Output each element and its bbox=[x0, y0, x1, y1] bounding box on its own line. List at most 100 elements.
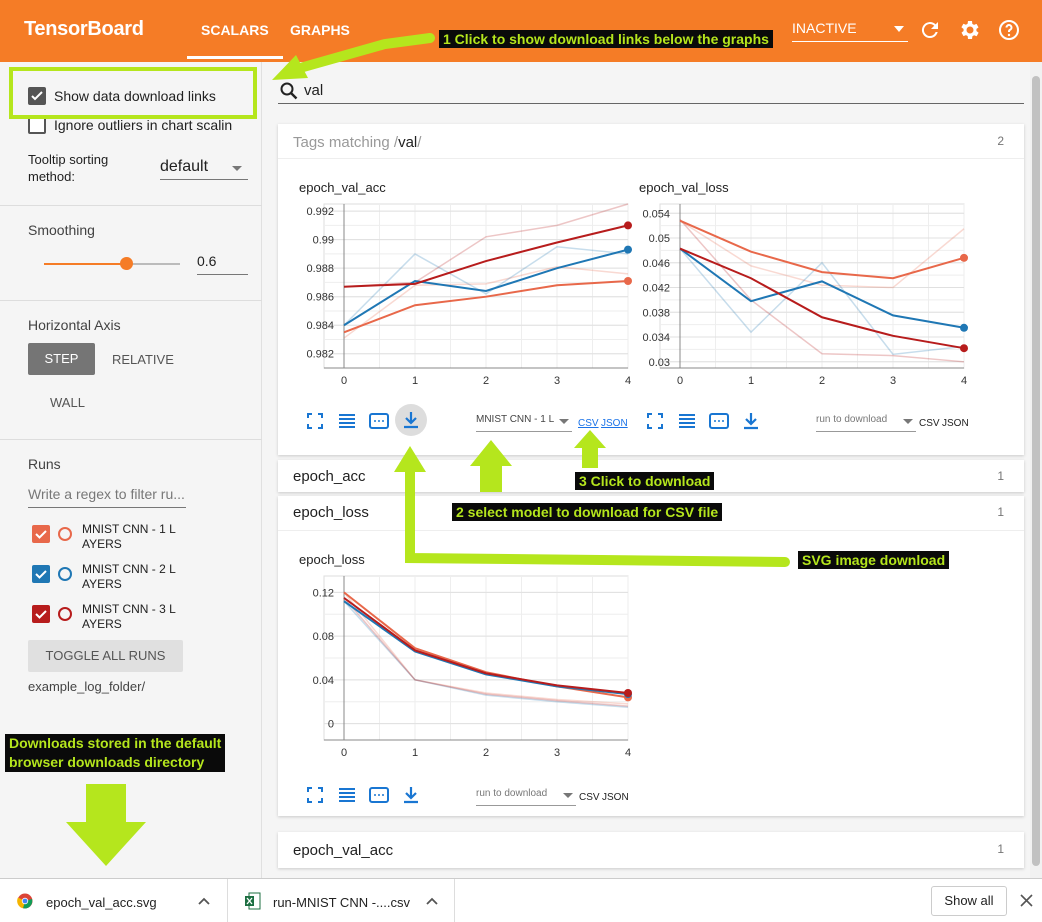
fullscreen-icon[interactable] bbox=[304, 784, 326, 806]
download-run-select[interactable]: run to download bbox=[816, 414, 916, 432]
card-count: 1 bbox=[997, 469, 1004, 483]
tab-graphs[interactable]: GRAPHS bbox=[290, 22, 350, 38]
settings-icon[interactable] bbox=[957, 18, 981, 42]
refresh-icon[interactable] bbox=[918, 18, 942, 42]
run-label: AYERS bbox=[82, 537, 122, 551]
tooltip-sorting-select[interactable]: default bbox=[160, 158, 248, 180]
annotation-downloads-dir: Downloads stored in the default browser d… bbox=[5, 734, 226, 772]
close-icon[interactable] bbox=[1020, 894, 1033, 907]
x-tick-label: 3 bbox=[554, 375, 560, 387]
search-icon bbox=[280, 82, 298, 100]
y-tick-label: 0.03 bbox=[649, 357, 670, 369]
run-color-radio[interactable] bbox=[58, 527, 72, 541]
card-count: 1 bbox=[997, 842, 1004, 856]
fit-domain-icon[interactable] bbox=[368, 784, 390, 806]
tag-search[interactable]: val bbox=[278, 78, 1024, 104]
divider bbox=[278, 530, 1024, 531]
show-all-button[interactable]: Show all bbox=[931, 886, 1007, 916]
fullscreen-icon[interactable] bbox=[644, 410, 666, 432]
json-label[interactable]: JSON bbox=[942, 418, 969, 429]
chevron-up-icon[interactable] bbox=[426, 896, 438, 906]
x-tick-label: 4 bbox=[625, 375, 631, 387]
y-tick-label: 0.12 bbox=[313, 587, 334, 599]
checkmark-icon bbox=[35, 610, 47, 619]
card-epoch-val-acc[interactable]: epoch_val_acc 1 bbox=[278, 832, 1024, 868]
chevron-down-icon bbox=[232, 166, 242, 171]
run-label: MNIST CNN - 3 L bbox=[82, 602, 176, 616]
download-item-csv[interactable]: run-MNIST CNN -....csv bbox=[229, 879, 455, 922]
csv-label[interactable]: CSV bbox=[919, 418, 940, 429]
card-title: epoch_acc bbox=[293, 468, 366, 485]
scrollbar[interactable] bbox=[1030, 62, 1042, 878]
x-tick-label: 0 bbox=[677, 375, 683, 387]
app: TensorBoard SCALARS GRAPHS INACTIVE Show… bbox=[0, 0, 1042, 922]
y-tick-label: 0.054 bbox=[642, 208, 670, 220]
run-color-radio[interactable] bbox=[58, 607, 72, 621]
x-tick-label: 2 bbox=[819, 375, 825, 387]
runs-title: Runs bbox=[28, 456, 61, 472]
y-tick-label: 0.08 bbox=[313, 631, 334, 643]
toggle-log-scale-icon[interactable] bbox=[336, 410, 358, 432]
axis-step-button[interactable]: STEP bbox=[28, 343, 95, 375]
chrome-icon bbox=[17, 893, 33, 909]
json-download-link[interactable]: JSON bbox=[601, 418, 628, 429]
card-count: 1 bbox=[997, 505, 1004, 519]
series-end-point bbox=[624, 245, 632, 254]
axis-relative-button[interactable]: RELATIVE bbox=[112, 352, 174, 367]
csv-download-link[interactable]: CSV bbox=[578, 418, 599, 429]
x-tick-label: 0 bbox=[341, 375, 347, 387]
card-epoch-loss: epoch_loss 1 epoch_loss 0 0.04 0.08 0.12 0 1 2… bbox=[278, 496, 1024, 816]
json-label[interactable]: JSON bbox=[602, 792, 629, 803]
highlight-box bbox=[9, 67, 257, 119]
help-icon[interactable] bbox=[997, 18, 1021, 42]
tags-matching-card: Tags matching /val/ 2 epoch_val_acc 0.98… bbox=[278, 124, 1024, 455]
chart-epoch-val-loss[interactable]: 0.03 0.034 0.038 0.042 0.046 0.05 0.054 0 1 2 3 4 bbox=[634, 200, 974, 400]
y-tick-label: 0.99 bbox=[313, 235, 334, 247]
smoothing-slider-handle[interactable] bbox=[119, 257, 133, 270]
card-title[interactable]: epoch_loss bbox=[293, 504, 369, 521]
download-run-select[interactable]: run to download bbox=[476, 788, 576, 806]
scrollbar-thumb[interactable] bbox=[1032, 76, 1040, 866]
fit-domain-icon[interactable] bbox=[368, 410, 390, 432]
download-icon[interactable] bbox=[400, 784, 422, 806]
run-checkbox[interactable] bbox=[32, 565, 50, 583]
chevron-up-icon[interactable] bbox=[198, 896, 210, 906]
brand-title: TensorBoard bbox=[24, 18, 144, 40]
svg-download-button[interactable] bbox=[395, 404, 427, 436]
x-tick-label: 1 bbox=[412, 747, 418, 759]
csv-label[interactable]: CSV bbox=[579, 792, 600, 803]
divider bbox=[0, 300, 262, 301]
log-folder-label: example_log_folder/ bbox=[28, 679, 146, 694]
toggle-log-scale-icon[interactable] bbox=[676, 410, 698, 432]
tooltip-sorting-value: default bbox=[160, 158, 209, 175]
run-checkbox[interactable] bbox=[32, 525, 50, 543]
axis-wall-button[interactable]: WALL bbox=[50, 395, 85, 410]
download-icon[interactable] bbox=[740, 410, 762, 432]
download-run-select[interactable]: MNIST CNN - 1 L bbox=[476, 414, 572, 432]
toggle-all-runs-button[interactable]: TOGGLE ALL RUNS bbox=[28, 640, 183, 672]
tags-count: 2 bbox=[997, 134, 1004, 148]
run-color-radio[interactable] bbox=[58, 567, 72, 581]
tab-scalars[interactable]: SCALARS bbox=[187, 22, 283, 59]
chart-epoch-val-acc[interactable]: 0.982 0.984 0.986 0.988 0.99 0.992 0 1 2 3 4 bbox=[298, 200, 638, 400]
annotation-svg-download: SVG image download bbox=[798, 551, 950, 569]
smoothing-input[interactable]: 0.6 bbox=[197, 253, 248, 275]
y-tick-label: 0.038 bbox=[642, 307, 670, 319]
checkmark-icon bbox=[35, 530, 47, 539]
run-status-value: INACTIVE bbox=[792, 20, 857, 36]
download-run-placeholder: run to download bbox=[816, 414, 888, 425]
fullscreen-icon[interactable] bbox=[304, 410, 326, 432]
tooltip-sorting-label-1: Tooltip sorting bbox=[28, 152, 109, 167]
fit-domain-icon[interactable] bbox=[708, 410, 730, 432]
chart-epoch-loss[interactable]: 0 0.04 0.08 0.12 0 1 2 3 4 bbox=[298, 572, 638, 772]
download-item-svg[interactable]: epoch_val_acc.svg bbox=[0, 879, 228, 922]
chart-title-val-loss: epoch_val_loss bbox=[639, 180, 729, 195]
x-tick-label: 1 bbox=[748, 375, 754, 387]
run-status-select[interactable]: INACTIVE bbox=[792, 20, 908, 42]
runs-filter-input[interactable]: Write a regex to filter ru... bbox=[28, 486, 186, 508]
run-checkbox[interactable] bbox=[32, 605, 50, 623]
smoothing-slider[interactable] bbox=[44, 257, 180, 270]
divider bbox=[0, 439, 262, 440]
x-tick-label: 0 bbox=[341, 747, 347, 759]
toggle-log-scale-icon[interactable] bbox=[336, 784, 358, 806]
